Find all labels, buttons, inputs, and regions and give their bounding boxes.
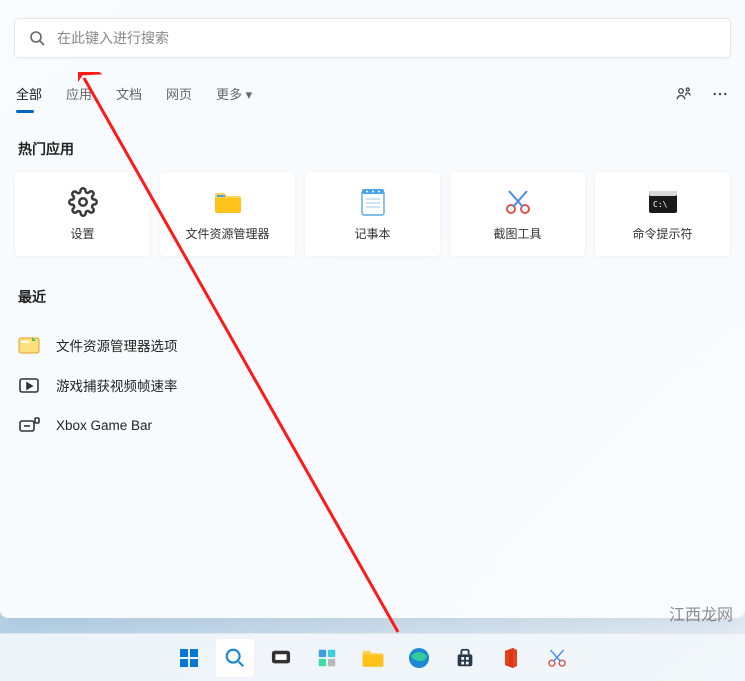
search-panel: 全部 应用 文档 网页 更多 ▾ 热门应用 (0, 0, 745, 618)
taskbar (0, 633, 745, 681)
notepad-icon (358, 187, 388, 217)
recent-folder-options[interactable]: 文件资源管理器选项 (18, 325, 727, 365)
recent-list: 文件资源管理器选项 游戏捕获视频帧速率 Xbox Game Bar (0, 319, 745, 451)
top-apps-grid: 设置 文件资源管理器 记事本 (0, 171, 745, 257)
app-snip[interactable]: 截图工具 (449, 171, 586, 257)
app-label: 命令提示符 (632, 225, 692, 242)
taskbar-edge[interactable] (399, 638, 439, 678)
xbox-bar-icon (18, 414, 40, 436)
tabs-row: 全部 应用 文档 网页 更多 ▾ (0, 72, 745, 109)
settings-icon (68, 187, 98, 217)
app-settings[interactable]: 设置 (14, 171, 151, 257)
svg-text:C:\: C:\ (653, 200, 668, 209)
app-explorer[interactable]: 文件资源管理器 (159, 171, 296, 257)
recent-label: 游戏捕获视频帧速率 (56, 375, 178, 395)
taskbar-start[interactable] (169, 638, 209, 678)
tab-apps[interactable]: 应用 (66, 78, 92, 109)
app-cmd[interactable]: C:\ 命令提示符 (594, 171, 731, 257)
app-label: 设置 (70, 225, 94, 242)
recent-title: 最近 (0, 257, 745, 319)
taskbar-snip[interactable] (537, 638, 577, 678)
taskbar-widgets[interactable] (307, 638, 347, 678)
watermark: 江西龙网 (669, 601, 733, 625)
taskbar-explorer[interactable] (353, 638, 393, 678)
taskbar-store[interactable] (445, 638, 485, 678)
tab-more[interactable]: 更多 ▾ (216, 78, 252, 109)
cmd-icon: C:\ (648, 187, 678, 217)
search-box[interactable] (14, 18, 731, 58)
taskbar-search[interactable] (215, 638, 255, 678)
app-label: 截图工具 (493, 225, 541, 242)
folder-options-icon (18, 334, 40, 356)
search-wrap (0, 0, 745, 72)
search-icon (29, 30, 45, 46)
app-label: 记事本 (354, 225, 390, 242)
tab-docs[interactable]: 文档 (116, 78, 142, 109)
taskbar-taskview[interactable] (261, 638, 301, 678)
game-capture-icon (18, 374, 40, 396)
tab-web[interactable]: 网页 (166, 78, 192, 109)
recent-game-capture[interactable]: 游戏捕获视频帧速率 (18, 365, 727, 405)
taskbar-office[interactable] (491, 638, 531, 678)
ellipsis-icon[interactable] (711, 85, 729, 103)
app-notepad[interactable]: 记事本 (304, 171, 441, 257)
tab-all[interactable]: 全部 (16, 78, 42, 109)
app-label: 文件资源管理器 (185, 225, 269, 242)
search-input[interactable] (57, 30, 716, 46)
recent-label: 文件资源管理器选项 (56, 335, 178, 355)
snip-icon (503, 187, 533, 217)
account-icon[interactable] (675, 85, 693, 103)
top-apps-title: 热门应用 (0, 109, 745, 171)
recent-xbox-bar[interactable]: Xbox Game Bar (18, 405, 727, 445)
folder-icon (213, 187, 243, 217)
recent-label: Xbox Game Bar (56, 418, 152, 433)
